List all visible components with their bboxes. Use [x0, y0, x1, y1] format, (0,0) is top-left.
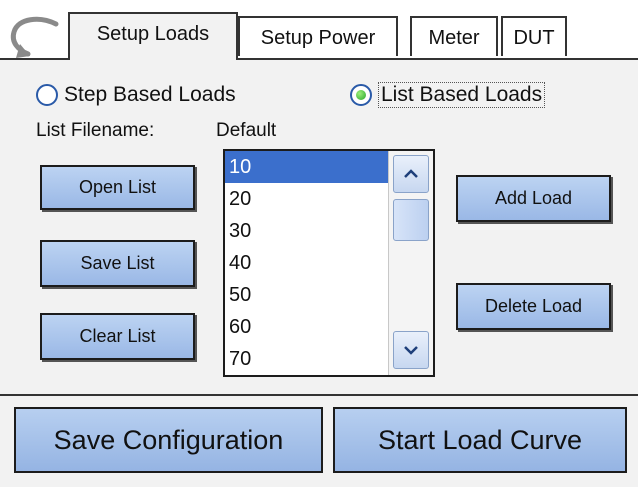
- list-filename-value: Default: [216, 120, 277, 141]
- list-item[interactable]: 50: [225, 279, 388, 311]
- tab-meter[interactable]: Meter: [410, 16, 498, 56]
- save-configuration-button[interactable]: Save Configuration: [14, 407, 323, 473]
- step-based-label: Step Based Loads: [64, 83, 236, 106]
- tab-setup-loads[interactable]: Setup Loads: [68, 12, 238, 60]
- open-list-button[interactable]: Open List: [40, 165, 195, 210]
- clear-list-button[interactable]: Clear List: [40, 313, 195, 360]
- save-list-button[interactable]: Save List: [40, 240, 195, 287]
- list-scrollbar[interactable]: [388, 151, 433, 375]
- list-item[interactable]: 10: [225, 151, 388, 183]
- list-based-radio-icon[interactable]: [350, 84, 372, 106]
- delete-load-button[interactable]: Delete Load: [456, 283, 611, 330]
- step-based-radio-icon[interactable]: [36, 84, 58, 106]
- tab-bar: Setup Loads Setup Power Meter DUT: [0, 0, 638, 60]
- back-arrow-icon[interactable]: [6, 14, 62, 62]
- scroll-thumb[interactable]: [393, 199, 429, 241]
- list-based-loads-option[interactable]: List Based Loads: [350, 80, 546, 110]
- list-item[interactable]: 40: [225, 247, 388, 279]
- tab-dut[interactable]: DUT: [501, 16, 567, 56]
- list-item[interactable]: 20: [225, 183, 388, 215]
- load-list-box[interactable]: 10 20 30 40 50 60 70: [223, 149, 435, 377]
- chevron-down-icon: [404, 346, 418, 355]
- add-load-button[interactable]: Add Load: [456, 175, 611, 222]
- scroll-down-button[interactable]: [393, 331, 429, 369]
- chevron-up-icon: [404, 169, 418, 178]
- load-list-items: 10 20 30 40 50 60 70: [225, 151, 388, 375]
- tab-setup-power[interactable]: Setup Power: [238, 16, 398, 56]
- list-filename-label: List Filename:: [36, 120, 155, 141]
- scroll-up-button[interactable]: [393, 155, 429, 193]
- list-based-label: List Based Loads: [378, 82, 546, 108]
- list-item[interactable]: 30: [225, 215, 388, 247]
- screen: Setup Loads Setup Power Meter DUT Step B…: [0, 0, 638, 487]
- list-item[interactable]: 70: [225, 343, 388, 375]
- step-based-loads-option[interactable]: Step Based Loads: [36, 80, 236, 110]
- start-load-curve-button[interactable]: Start Load Curve: [333, 407, 627, 473]
- list-item[interactable]: 60: [225, 311, 388, 343]
